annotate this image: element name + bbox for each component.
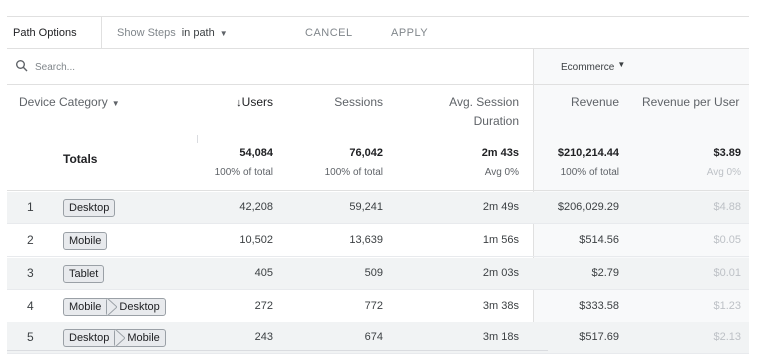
revenue-column-header[interactable]: Revenue <box>527 93 619 112</box>
users-cell: 10,502 <box>239 234 273 246</box>
duration-cell: 2m 03s <box>482 267 519 279</box>
show-steps-label: Show Steps <box>117 27 176 39</box>
totals-duration: 2m 43s Avg 0% <box>407 145 519 181</box>
cancel-button[interactable]: CANCEL <box>305 17 353 49</box>
users-cell: 243 <box>254 331 273 343</box>
path-step-chip[interactable]: Mobile <box>63 298 108 316</box>
path-step-chip[interactable]: Tablet <box>63 265 105 283</box>
revenue-per-user-cell: $2.13 <box>713 331 741 343</box>
path-options-button[interactable]: Path Options <box>7 17 102 49</box>
duration-cell: 2m 49s <box>482 201 519 213</box>
sessions-cell: 509 <box>364 267 383 279</box>
revenue-cell: $206,029.29 <box>557 201 619 213</box>
show-steps-value: in path <box>181 27 215 39</box>
table-row[interactable]: 2 Mobile 10,502 13,639 1m 56s $514.56 $0… <box>7 225 749 257</box>
totals-revenue-sub: 100% of total <box>560 167 619 178</box>
path-step-chip[interactable]: Desktop <box>63 199 116 217</box>
totals-sessions-value: 76,042 <box>349 147 383 159</box>
totals-label: Totals <box>63 152 98 166</box>
users-header-label: Users <box>241 95 273 109</box>
segment-dropdown[interactable]: Ecommerce ▼ <box>561 49 625 85</box>
avg-session-duration-column-header[interactable]: Avg. Session Duration <box>407 93 519 131</box>
totals-sessions: 76,042 100% of total <box>297 145 383 181</box>
sessions-cell: 13,639 <box>349 234 383 246</box>
revenue-cell: $2.79 <box>591 267 619 279</box>
row-number: 2 <box>27 233 34 247</box>
duration-cell: 1m 56s <box>482 234 519 246</box>
path-chips: Desktop <box>63 199 116 217</box>
table-row[interactable]: 1 Desktop 42,208 59,241 2m 49s $206,029.… <box>7 192 749 224</box>
device-category-column-header[interactable]: Device Category ▼ <box>19 93 120 113</box>
duration-cell: 3m 38s <box>482 300 519 312</box>
row-number: 4 <box>27 299 34 313</box>
column-divider <box>197 135 198 143</box>
table-header: Device Category ▼ ↓Users Sessions Avg. Se… <box>7 85 749 133</box>
revenue-cell: $517.69 <box>579 331 619 343</box>
show-steps-dropdown[interactable]: in path ▼ <box>182 27 228 39</box>
path-toolbar: Path Options Show Steps in path ▼ CANCEL… <box>7 17 749 49</box>
duration-cell: 3m 18s <box>482 331 519 343</box>
path-chips: Mobile <box>63 232 108 250</box>
revenue-cell: $514.56 <box>579 234 619 246</box>
segment-label: Ecommerce <box>561 61 615 73</box>
users-cell: 272 <box>254 300 273 312</box>
show-steps-control: Show Steps in path ▼ <box>117 17 228 49</box>
search-input[interactable] <box>35 57 235 77</box>
sessions-cell: 772 <box>364 300 383 312</box>
row-number: 5 <box>27 330 34 344</box>
totals-duration-sub: Avg 0% <box>484 167 519 178</box>
revenue-per-user-column-header[interactable]: Revenue per User <box>642 93 756 112</box>
device-category-header-label: Device Category <box>19 95 108 109</box>
search-row: Ecommerce ▼ <box>7 49 749 85</box>
chevron-right-icon <box>115 329 126 347</box>
totals-revenue-per-user: $3.89 Avg 0% <box>667 145 741 181</box>
search-icon <box>16 60 28 72</box>
path-chips: Tablet <box>63 265 105 283</box>
table-bottom-divider <box>7 350 548 351</box>
row-number: 1 <box>27 200 34 214</box>
totals-users: 54,084 100% of total <box>197 145 273 181</box>
totals-sessions-sub: 100% of total <box>324 167 383 178</box>
revenue-per-user-cell: $4.88 <box>713 201 741 213</box>
duration-header-line1: Avg. Session <box>449 95 519 109</box>
chevron-right-icon <box>107 298 118 316</box>
caret-down-icon: ▼ <box>219 28 228 38</box>
path-step-chip[interactable]: Desktop <box>63 329 116 347</box>
row-number: 3 <box>27 266 34 280</box>
apply-button[interactable]: APPLY <box>391 17 428 49</box>
users-column-header[interactable]: ↓Users <box>203 93 273 113</box>
sessions-cell: 59,241 <box>349 201 383 213</box>
path-chips: Desktop Mobile <box>63 329 166 347</box>
caret-down-icon: ▼ <box>111 99 120 108</box>
sessions-cell: 674 <box>364 331 383 343</box>
totals-users-value: 54,084 <box>239 147 273 159</box>
users-cell: 405 <box>254 267 273 279</box>
path-chips: Mobile Desktop <box>63 298 166 316</box>
revenue-per-user-cell: $0.01 <box>713 267 741 279</box>
table-row[interactable]: 3 Tablet 405 509 2m 03s $2.79 $0.01 <box>7 258 749 290</box>
totals-duration-value: 2m 43s <box>481 147 519 159</box>
path-step-chip[interactable]: Mobile <box>63 232 108 250</box>
totals-revenue-value: $210,214.44 <box>557 147 619 159</box>
sessions-column-header[interactable]: Sessions <box>297 93 383 112</box>
totals-row: Totals 54,084 100% of total 76,042 100% … <box>7 133 749 191</box>
users-cell: 42,208 <box>239 201 273 213</box>
revenue-per-user-cell: $0.05 <box>713 234 741 246</box>
revenue-cell: $333.58 <box>579 300 619 312</box>
table-row[interactable]: 4 Mobile Desktop 272 772 3m 38s $333.58 … <box>7 291 749 323</box>
caret-down-icon: ▼ <box>617 59 626 69</box>
duration-header-line2: Duration <box>473 114 519 128</box>
totals-revenue: $210,214.44 100% of total <box>527 145 619 181</box>
totals-rpu-sub: Avg 0% <box>706 167 741 178</box>
totals-users-sub: 100% of total <box>214 167 273 178</box>
totals-rpu-value: $3.89 <box>713 147 741 159</box>
revenue-per-user-cell: $1.23 <box>713 300 741 312</box>
